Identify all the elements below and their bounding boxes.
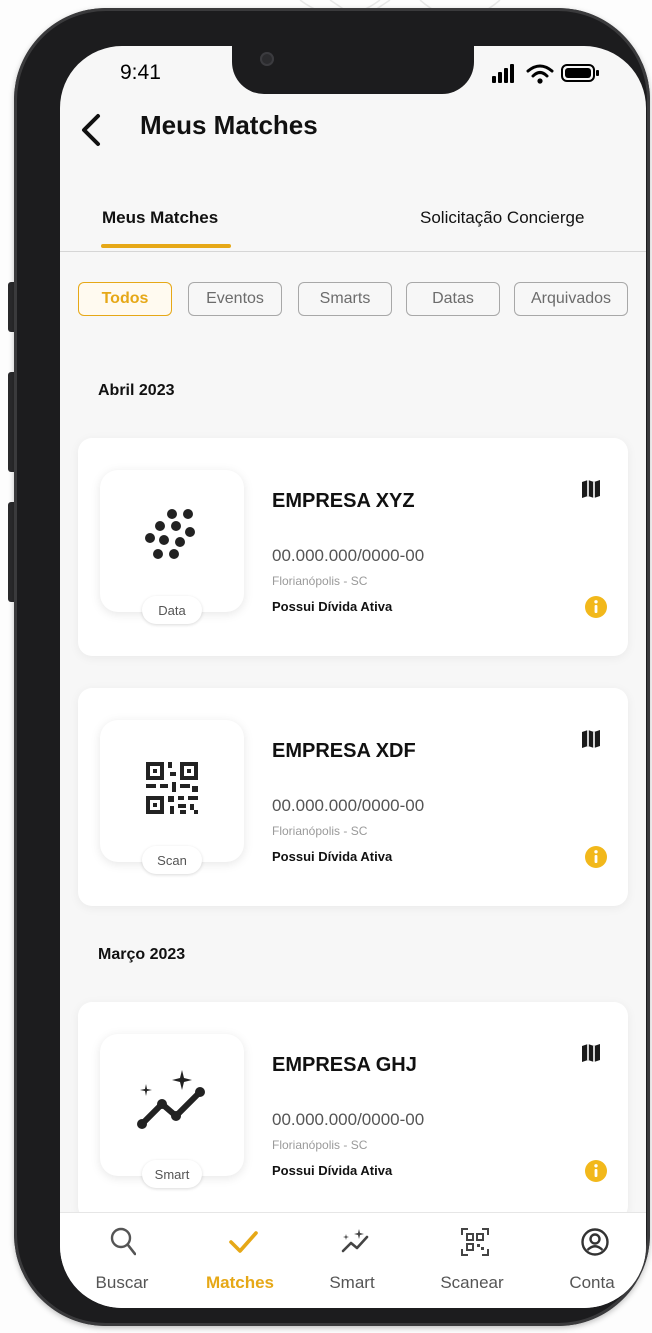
map-icon[interactable] [580,1042,602,1064]
company-name: EMPRESA XDF [272,740,416,762]
info-icon[interactable] [585,846,607,868]
filter-chip-arquivados[interactable]: Arquivados [514,282,628,316]
map-icon[interactable] [580,478,602,500]
search-icon [110,1227,136,1256]
back-arrow-icon[interactable] [74,110,108,150]
wifi-icon [526,64,554,84]
company-document: 00.000.000/0000-00 [272,796,425,815]
battery-icon [561,64,599,82]
nav-label: Matches [205,1273,275,1292]
company-city: Florianópolis - SC [272,574,368,588]
dots-icon [145,509,195,559]
company-name: EMPRESA GHJ [272,1054,417,1076]
company-status: Possui Dívida Ativa [272,1163,393,1178]
nav-item-scanear[interactable]: Scanear [422,1223,522,1299]
match-type-badge: Data [142,596,202,624]
company-name: EMPRESA XYZ [272,490,415,512]
map-icon[interactable] [580,728,602,750]
qr-code-icon [146,762,198,814]
tab-meus-matches[interactable]: Meus Matches [102,208,218,228]
nav-item-buscar[interactable]: Buscar [72,1223,172,1299]
filter-chip-smarts[interactable]: Smarts [298,282,392,316]
status-icons [492,64,599,84]
section-label: Março 2023 [98,946,186,963]
company-document: 00.000.000/0000-00 [272,546,425,565]
match-card[interactable]: Smart EMPRESA GHJ 00.000.000/0000-00 Flo… [78,1002,628,1220]
tab-solicitacao-concierge[interactable]: Solicitação Concierge [420,208,584,228]
match-card[interactable]: Scan EMPRESA XDF 00.000.000/0000-00 Flor… [78,688,628,906]
match-thumbnail: Data [100,470,244,624]
company-status: Possui Dívida Ativa [272,849,393,864]
match-thumbnail: Scan [100,720,244,874]
nav-label: Scanear [440,1273,504,1292]
filter-chip-eventos[interactable]: Eventos [188,282,282,316]
app-screen: 9:41 Meus Matches Meus Matches Solicitaç… [60,46,646,1308]
section-label: Abril 2023 [98,382,175,399]
info-icon[interactable] [585,1160,607,1182]
nav-label: Smart [329,1273,375,1292]
company-document: 00.000.000/0000-00 [272,1110,425,1129]
page-title: Meus Matches [140,110,318,140]
company-city: Florianópolis - SC [272,824,368,838]
tabs-divider [60,251,646,252]
match-card[interactable]: Data EMPRESA XYZ 00.000.000/0000-00 Flor… [78,438,628,656]
company-city: Florianópolis - SC [272,1138,368,1152]
phone-frame: 9:41 Meus Matches Meus Matches Solicitaç… [14,8,650,1326]
nav-item-smart[interactable]: Smart [302,1223,402,1299]
qr-scan-icon [461,1228,489,1256]
match-thumbnail: Smart [100,1034,244,1188]
match-type-badge: Smart [142,1160,202,1188]
sparkle-trend-icon [137,1070,205,1129]
info-icon[interactable] [585,596,607,618]
phone-notch [232,46,474,94]
active-tab-indicator [101,244,231,248]
status-time: 9:41 [120,61,161,84]
cellular-signal-icon [492,64,514,83]
sparkle-trend-icon [341,1229,369,1253]
match-type-badge: Scan [142,846,202,874]
bottom-navigation: Buscar Matches Smart Scanear Conta [60,1212,646,1308]
company-status: Possui Dívida Ativa [272,599,393,614]
camera-icon [260,52,274,66]
nav-label: Conta [569,1273,615,1292]
nav-item-conta[interactable]: Conta [542,1223,642,1299]
filter-chip-datas[interactable]: Datas [406,282,500,316]
account-icon [581,1228,609,1256]
check-icon [229,1231,258,1253]
filter-chip-todos[interactable]: Todos [78,282,172,316]
nav-label: Buscar [95,1273,149,1292]
nav-item-matches[interactable]: Matches [190,1223,290,1299]
